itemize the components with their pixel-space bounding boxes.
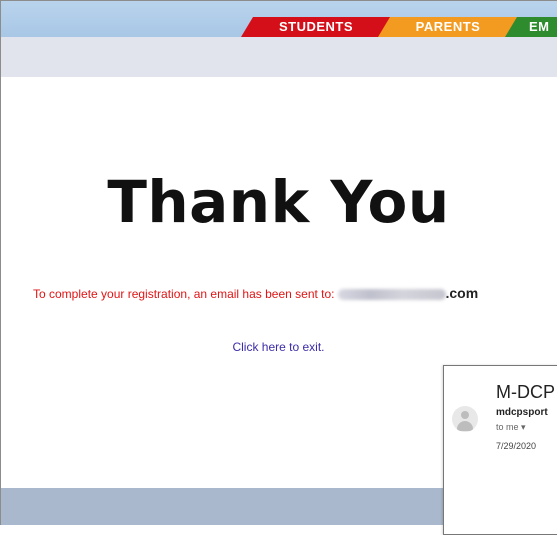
sub-navigation-bar (1, 37, 557, 77)
page-title: Thank You (107, 168, 450, 236)
exit-link[interactable]: Click here to exit. (0, 340, 557, 354)
email-recipient-toggle[interactable]: to me ▾ (496, 422, 526, 433)
triangle-down-icon: ▾ (521, 422, 526, 432)
email-domain-suffix: .com (445, 285, 479, 301)
email-preview-card[interactable]: M-DCP mdcpsport to me ▾ 7/29/2020 (443, 365, 557, 535)
redacted-email (337, 289, 446, 301)
email-date: 7/29/2020 (496, 441, 537, 451)
tab-parents[interactable]: PARENTS (378, 17, 518, 37)
top-navigation-bar: STUDENTS PARENTS EM (1, 1, 557, 37)
email-recipient: to me (496, 422, 519, 432)
email-sender: mdcpsport (496, 407, 548, 418)
registration-text: To complete your registration, an email … (33, 287, 335, 301)
tab-students[interactable]: STUDENTS (241, 17, 391, 37)
registration-message: To complete your registration, an email … (33, 285, 478, 301)
person-icon (452, 406, 478, 432)
email-subject: M-DCP (496, 382, 555, 402)
